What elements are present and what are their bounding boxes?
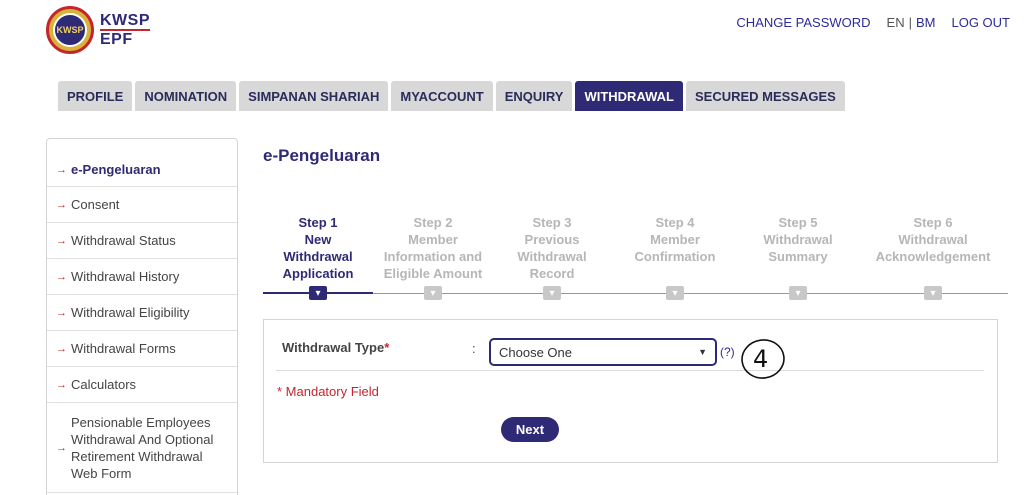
arrow-right-icon: → <box>56 163 67 176</box>
withdrawal-type-label: Withdrawal Type* <box>282 340 390 355</box>
sidebar-item-label: Withdrawal History <box>71 269 180 284</box>
sidebar-item-pensionable-employees-form[interactable]: → Pensionable Employees Withdrawal And O… <box>47 403 237 493</box>
arrow-right-icon: → <box>56 378 67 391</box>
step-4: Step 4 Member Confirmation <box>634 215 716 264</box>
withdrawal-type-select[interactable]: Choose One ▼ <box>489 338 717 366</box>
arrow-right-icon: → <box>56 342 67 355</box>
step-2: Step 2 Member Information and Eligible A… <box>383 215 483 281</box>
lang-en-link[interactable]: EN <box>887 15 905 30</box>
arrow-right-icon: → <box>56 441 67 454</box>
step-6: Step 6 Withdrawal Acknowledgement <box>875 215 991 264</box>
step-3: Step 3 Previous Withdrawal Record <box>517 215 587 281</box>
help-link[interactable]: (?) <box>720 345 735 359</box>
tab-withdrawal[interactable]: WITHDRAWAL <box>575 81 683 111</box>
step-progress-track <box>263 293 1008 294</box>
lang-bm-link[interactable]: BM <box>916 15 936 30</box>
kwsp-logo[interactable]: KWSP KWSP EPF <box>46 6 150 54</box>
tab-profile[interactable]: PROFILE <box>58 81 133 111</box>
sidebar-item-withdrawal-history[interactable]: → Withdrawal History <box>47 259 237 295</box>
arrow-right-icon: → <box>56 306 67 319</box>
form-divider <box>276 370 984 371</box>
main-nav-tabs: PROFILE NOMINATION SIMPANAN SHARIAH MYAC… <box>58 81 848 111</box>
chevron-down-icon: ▾ <box>424 286 442 300</box>
chevron-down-icon: ▾ <box>309 286 327 300</box>
step-1: Step 1 New Withdrawal Application <box>282 215 354 281</box>
sidebar-item-label: Consent <box>71 197 120 212</box>
arrow-right-icon: → <box>56 198 67 211</box>
sidebar-item-withdrawal-status[interactable]: → Withdrawal Status <box>47 223 237 259</box>
logo-wordmark: KWSP EPF <box>100 12 150 48</box>
chevron-down-icon: ▾ <box>666 286 684 300</box>
step-5: Step 5 Withdrawal Summary <box>763 215 833 264</box>
handwritten-annotation: 4 <box>741 339 785 379</box>
next-button[interactable]: Next <box>501 417 559 442</box>
mandatory-field-note: * Mandatory Field <box>277 384 379 399</box>
logo-line-epf: EPF <box>100 29 150 48</box>
arrow-right-icon: → <box>56 234 67 247</box>
sidebar-item-withdrawal-eligibility[interactable]: → Withdrawal Eligibility <box>47 295 237 331</box>
tab-enquiry[interactable]: ENQUIRY <box>495 81 573 111</box>
change-password-link[interactable]: CHANGE PASSWORD <box>736 15 870 30</box>
top-links: CHANGE PASSWORD EN | BM LOG OUT <box>736 15 1010 30</box>
sidebar-item-label: Calculators <box>71 377 137 392</box>
kwsp-emblem-icon: KWSP <box>46 6 94 54</box>
arrow-right-icon: → <box>56 270 67 283</box>
tab-nomination[interactable]: NOMINATION <box>135 81 237 111</box>
chevron-down-icon: ▾ <box>924 286 942 300</box>
chevron-down-icon: ▾ <box>789 286 807 300</box>
page-title: e-Pengeluaran <box>263 146 381 165</box>
sidebar-item-e-pengeluaran[interactable]: → e-Pengeluaran <box>47 139 237 187</box>
withdrawal-form: Withdrawal Type* : Choose One ▼ (?) * Ma… <box>263 319 998 463</box>
dropdown-caret-icon: ▼ <box>698 347 707 357</box>
sidebar-item-label: e-Pengeluaran <box>71 162 161 177</box>
select-value: Choose One <box>499 344 572 360</box>
sidebar-item-calculators[interactable]: → Calculators <box>47 367 237 403</box>
chevron-down-icon: ▾ <box>543 286 561 300</box>
sidebar-item-label: Withdrawal Status <box>71 233 176 248</box>
tab-secured-messages[interactable]: SECURED MESSAGES <box>685 81 845 111</box>
logout-link[interactable]: LOG OUT <box>951 15 1010 30</box>
tab-simpanan-shariah[interactable]: SIMPANAN SHARIAH <box>239 81 389 111</box>
emblem-center: KWSP <box>53 13 87 47</box>
required-mark: * <box>384 340 390 355</box>
sidebar-item-label: Withdrawal Eligibility <box>71 305 190 320</box>
annotation-text: 4 <box>753 345 768 373</box>
sidebar-item-withdrawal-forms[interactable]: → Withdrawal Forms <box>47 331 237 367</box>
logo-line-kwsp: KWSP <box>100 12 150 29</box>
tab-myaccount[interactable]: MYACCOUNT <box>391 81 493 111</box>
sidebar-item-consent[interactable]: → Consent <box>47 187 237 223</box>
wizard-steps: Step 1 New Withdrawal Application Step 2… <box>263 214 1008 304</box>
sidebar-item-label: Pensionable Employees Withdrawal And Opt… <box>71 414 214 481</box>
sidebar-item-label: Withdrawal Forms <box>71 341 176 356</box>
label-colon: : <box>472 341 476 356</box>
sidebar: → e-Pengeluaran → Consent → Withdrawal S… <box>46 138 238 495</box>
lang-separator: | <box>908 15 912 30</box>
